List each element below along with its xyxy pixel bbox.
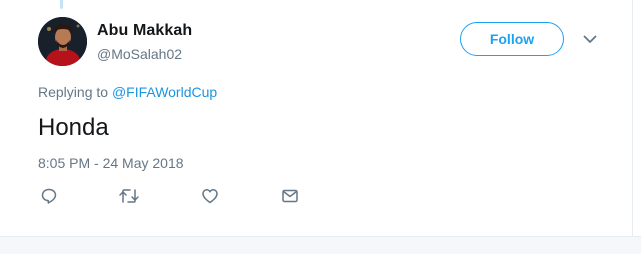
follow-button[interactable]: Follow — [460, 22, 564, 56]
heart-icon — [201, 187, 219, 210]
chevron-down-icon — [583, 31, 597, 49]
envelope-icon — [281, 188, 299, 209]
mention-link[interactable]: @FIFAWorldCup — [112, 84, 217, 100]
replying-to-prefix: Replying to — [38, 84, 112, 100]
replies-section-divider — [0, 236, 641, 254]
tweet-permalink: Abu Makkah @MoSalah02 Follow Replying to… — [0, 0, 641, 254]
avatar[interactable] — [38, 17, 87, 66]
retweet-icon — [118, 187, 140, 210]
tweet-timestamp[interactable]: 8:05 PM - 24 May 2018 — [38, 155, 184, 171]
author-handle[interactable]: @MoSalah02 — [97, 46, 182, 62]
replying-to: Replying to @FIFAWorldCup — [38, 84, 217, 100]
panel-border — [632, 0, 633, 236]
avatar-image — [38, 17, 87, 66]
more-options-button[interactable] — [580, 31, 600, 49]
tweet-text: Honda — [38, 114, 109, 141]
retweet-button[interactable] — [118, 188, 140, 208]
thread-connector-line — [60, 0, 63, 9]
like-button[interactable] — [199, 188, 221, 208]
direct-message-button[interactable] — [279, 188, 301, 208]
author-display-name[interactable]: Abu Makkah — [97, 22, 192, 40]
reply-icon — [40, 187, 58, 210]
reply-button[interactable] — [38, 188, 60, 208]
